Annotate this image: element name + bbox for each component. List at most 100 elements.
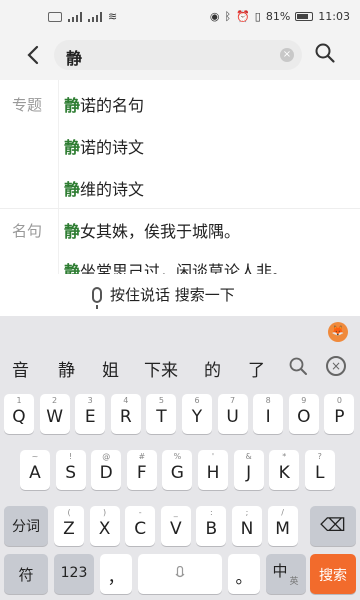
back-button[interactable] [20,42,46,68]
key-letter: D [99,463,113,483]
key-symbol: ? [317,452,322,461]
key-letter: K [278,463,290,483]
candidate-word[interactable]: 姐 [102,356,119,381]
key-g[interactable]: % G [162,450,193,490]
key-v[interactable]: _ V [160,506,191,546]
key-letter: X [98,519,111,539]
key-letter: R [119,407,132,427]
battery-icon [295,12,314,21]
result-item[interactable]: 静诺的名句 [64,92,144,116]
key-p[interactable]: 0P [324,394,355,434]
key-m[interactable]: / M [267,506,298,546]
key-symbol: 3 [87,396,93,405]
voice-button[interactable]: 按住说话 搜索一下 [92,284,235,309]
key-f[interactable]: # F [126,450,157,490]
key-letter: T [156,407,167,427]
key-i[interactable]: 8I [253,394,284,434]
key-symbol: 8 [265,396,271,405]
search-input[interactable]: 静 × [54,40,302,70]
key-y[interactable]: 6Y [182,394,212,434]
fenci-key[interactable]: 分词 [4,506,48,546]
key-n[interactable]: ; N [232,506,262,546]
key-h[interactable]: ' H [198,450,228,490]
key-c[interactable]: -C [125,506,156,546]
key-letter: E [84,407,96,427]
number-key[interactable]: 123 [54,554,94,594]
key-d[interactable]: @ D [91,450,122,490]
key-s[interactable]: ! S [55,450,86,490]
key-symbol: 9 [301,396,307,405]
key-z[interactable]: (Z [54,506,84,546]
result-text: 维的诗文 [80,180,145,199]
key-j[interactable]: & J [233,450,264,490]
result-item[interactable]: 静坐常思己过，闲谈莫论人非。 [64,258,288,274]
result-item[interactable]: 静女其姝，俟我于城隅。 [64,218,240,242]
candidate-word[interactable]: 静 [58,356,75,381]
voice-label: 按住说话 搜索一下 [110,286,235,304]
section-divider [0,208,360,209]
sogou-logo-icon[interactable]: 🦊 [328,322,348,342]
clock: 11:03 [318,10,350,23]
key-o[interactable]: 9O [288,394,319,434]
clear-icon[interactable]: × [280,48,294,62]
result-item[interactable]: 静维的诗文 [64,176,144,200]
key-r[interactable]: 4R [110,394,141,434]
key-letter: P [334,407,345,427]
space-key[interactable] [138,554,222,594]
key-symbol: & [245,452,252,461]
voice-input-bar[interactable]: 按住说话 搜索一下 [0,274,360,316]
key-symbol: / [281,508,284,517]
wifi-icon: ≋ [108,10,118,23]
candidate-word[interactable]: 的 [204,356,221,381]
keyboard: 🦊 音 静 姐 下来 的 了 × 分词 ⌫ 符 123 ， 。 中 英 搜索 1… [0,316,360,600]
status-left: ≋ [48,10,117,23]
vibrate-icon: ▯ [254,10,261,23]
key-symbol: # [138,452,146,461]
close-icon[interactable]: × [326,356,346,376]
language-switch-key[interactable]: 中 英 [266,554,306,594]
result-highlight: 静 [64,222,81,241]
result-item[interactable]: 静诺的诗文 [64,134,144,158]
key-x[interactable]: ) X [89,506,120,546]
period-key[interactable]: 。 [228,554,260,594]
key-letter: A [29,463,41,483]
key-w[interactable]: 2W [39,394,70,434]
key-letter: B [205,519,218,539]
candidate-word[interactable]: 音 [12,356,29,381]
key-u[interactable]: 7U [217,394,248,434]
key-symbol: 6 [194,396,200,405]
backspace-key[interactable]: ⌫ [310,506,356,546]
key-letter: M [275,519,290,539]
key-e[interactable]: 3E [75,394,106,434]
microphone-icon [175,566,185,578]
key-letter: L [315,463,325,483]
period-key-label: 。 [235,568,253,588]
key-b[interactable]: :B [196,506,227,546]
key-symbol: ( [67,508,71,517]
key-q[interactable]: 1Q [4,394,34,434]
key-letter: Y [191,407,203,427]
key-symbol: : [210,508,213,517]
candidate-search-icon[interactable] [288,356,308,376]
result-highlight: 静 [64,180,81,199]
cell-signal-2-icon [88,11,102,22]
comma-key[interactable]: ， [100,554,132,594]
search-button[interactable] [314,42,340,68]
key-letter: O [297,407,311,427]
key-k[interactable]: * K [269,450,300,490]
key-symbol: % [173,452,182,461]
comma-key-label: ， [107,568,125,588]
candidate-word[interactable]: 下来 [144,356,178,381]
key-t[interactable]: 5T [146,394,177,434]
key-l[interactable]: ? L [304,450,335,490]
symbol-key[interactable]: 符 [4,554,48,594]
key-symbol: 1 [16,396,22,405]
search-key[interactable]: 搜索 [310,554,356,594]
candidate-word[interactable]: 了 [248,356,265,381]
key-symbol: ~ [31,452,39,461]
key-symbol: * [282,452,287,461]
section-label-topic: 专题 [12,96,43,114]
search-key-label: 搜索 [319,568,347,584]
key-symbol: ; [245,508,249,517]
key-a[interactable]: ~ A [20,450,50,490]
